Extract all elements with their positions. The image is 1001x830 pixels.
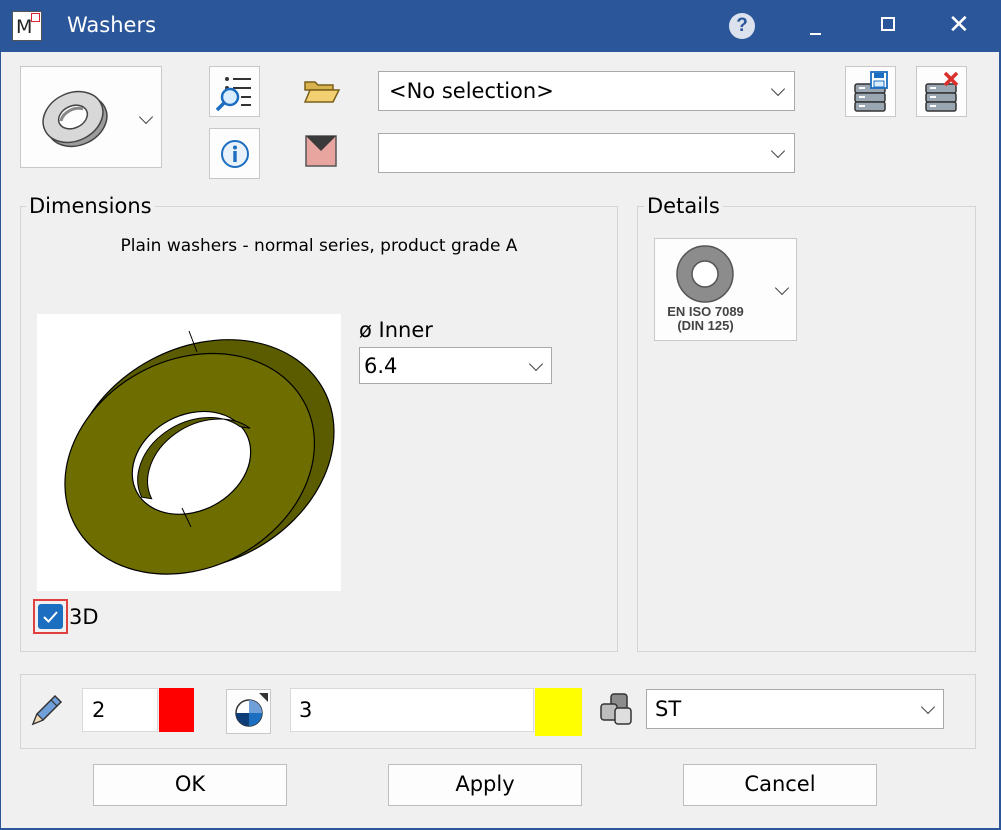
selection-combobox[interactable]: <No selection> <box>378 71 795 111</box>
dialog-client-area: <No selection> Dimensions Plain washers … <box>1 52 999 828</box>
apply-button[interactable]: Apply <box>388 764 582 806</box>
database-delete-button[interactable] <box>916 66 967 117</box>
checkmark-icon <box>43 611 58 623</box>
material-shapes-icon <box>600 693 632 725</box>
checkbox-3d[interactable] <box>38 604 63 629</box>
title-bar[interactable]: M Washers ? ✕ <box>0 0 1001 52</box>
search-list-icon <box>215 77 251 112</box>
washer-preview <box>37 314 341 591</box>
layer-button[interactable] <box>226 689 271 734</box>
layer-field[interactable]: 3 <box>290 688 534 732</box>
standard-label: EN ISO 7089 (DIN 125) <box>655 305 756 333</box>
close-button[interactable]: ✕ <box>941 8 981 44</box>
chevron-down-icon <box>920 699 936 715</box>
washers-dialog: M Washers ? ✕ <No selection> Dimensions … <box>0 0 1001 830</box>
window-title: Washers <box>67 13 157 37</box>
dimensions-subtitle: Plain washers - normal series, product g… <box>120 236 518 256</box>
pen-width-field[interactable]: 2 <box>82 688 158 732</box>
inner-diameter-label: ø Inner <box>359 318 433 342</box>
folder-open-icon[interactable] <box>303 76 341 106</box>
dimensions-group-label: Dimensions <box>26 194 155 218</box>
checkbox-3d-label[interactable]: 3D <box>69 605 99 629</box>
material-value: ST <box>655 697 682 721</box>
cancel-button[interactable]: Cancel <box>683 764 877 806</box>
chevron-down-icon <box>774 280 790 296</box>
selection-combobox-value: <No selection> <box>389 79 554 103</box>
envelope-icon[interactable] <box>305 135 337 167</box>
help-icon[interactable]: ? <box>729 13 755 39</box>
database-save-button[interactable] <box>845 66 896 117</box>
search-list-button[interactable] <box>209 66 260 117</box>
secondary-combobox[interactable] <box>378 133 795 173</box>
pen-width-value: 2 <box>92 698 106 722</box>
standard-line-1: EN ISO 7089 <box>667 304 744 319</box>
inner-diameter-combobox[interactable]: 6.4 <box>359 347 552 384</box>
standard-line-2: (DIN 125) <box>677 318 734 333</box>
info-icon <box>221 140 249 168</box>
minimize-button[interactable] <box>796 8 836 44</box>
material-combobox[interactable]: ST <box>646 689 944 729</box>
layer-value: 3 <box>299 698 313 722</box>
app-logo-icon: M <box>12 11 42 41</box>
pen-color-swatch[interactable] <box>159 688 194 732</box>
maximize-button[interactable] <box>869 8 909 44</box>
washer-type-icon <box>42 90 108 148</box>
chevron-down-icon <box>528 356 544 372</box>
chevron-down-icon <box>138 109 154 125</box>
ok-button[interactable]: OK <box>93 764 287 806</box>
info-button[interactable] <box>209 128 260 179</box>
database-delete-icon <box>925 71 959 112</box>
inner-diameter-value: 6.4 <box>364 354 398 378</box>
washer-type-selector[interactable] <box>20 66 162 168</box>
layer-pie-icon <box>235 693 268 727</box>
standard-selector[interactable]: EN ISO 7089 (DIN 125) <box>654 238 797 341</box>
pencil-icon <box>31 694 63 726</box>
chevron-down-icon <box>770 143 786 159</box>
details-group-label: Details <box>644 194 723 218</box>
layer-color-swatch[interactable] <box>535 688 582 736</box>
database-save-icon <box>854 71 888 112</box>
washer-3d-render <box>64 330 335 575</box>
chevron-down-icon <box>770 81 786 97</box>
washer-standard-icon <box>676 245 734 303</box>
